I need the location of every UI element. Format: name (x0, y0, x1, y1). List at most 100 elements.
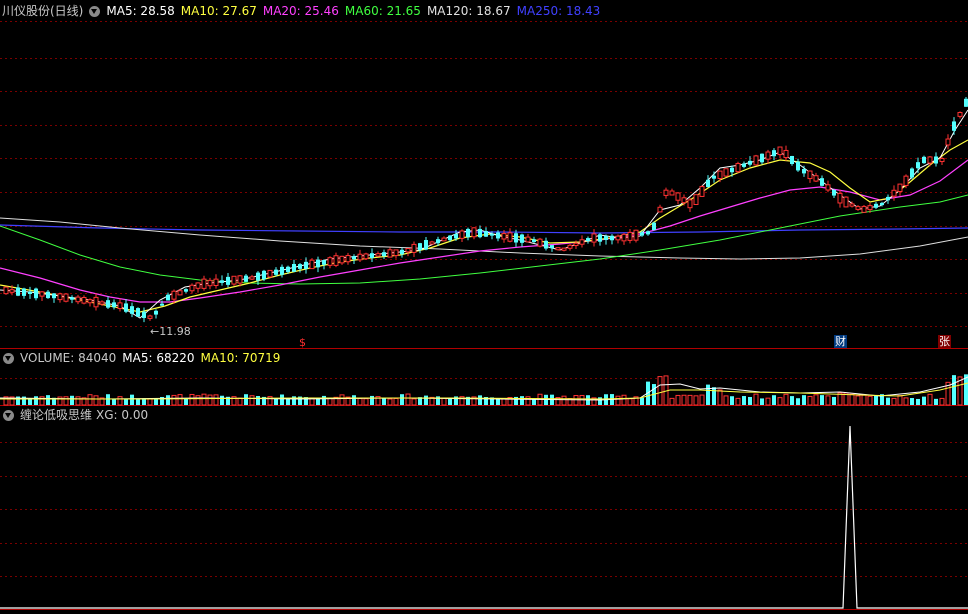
candle-body (939, 157, 945, 163)
candle-body (237, 275, 243, 284)
candle-body (849, 203, 855, 207)
candle-body (93, 296, 99, 308)
volume-bar (237, 397, 243, 406)
candle-body (339, 255, 345, 264)
candle-body (957, 112, 963, 117)
ma120-line (0, 217, 968, 260)
candle-body (591, 233, 597, 243)
candle-body (579, 239, 585, 245)
volume-bar (903, 397, 909, 406)
candle-body (81, 296, 87, 304)
candle-body (436, 239, 440, 244)
volume-bar (195, 395, 201, 406)
candle-body (327, 257, 333, 266)
candle-body (220, 280, 224, 283)
candle-body (837, 192, 843, 204)
volume-bar (916, 398, 920, 405)
candle-body (256, 272, 260, 281)
candle-body (63, 293, 69, 302)
candle-body (681, 197, 687, 204)
candle-body (166, 294, 170, 301)
candle-body (652, 222, 656, 231)
volume-bar (861, 394, 867, 406)
volume-bar (777, 397, 783, 406)
candle-body (520, 234, 524, 243)
volume-bar (561, 395, 567, 406)
candle-body (484, 231, 488, 237)
candle-body (418, 243, 422, 251)
volume-bar (244, 394, 248, 405)
volume-bar (952, 375, 956, 405)
candle-body (903, 175, 909, 186)
candle-body (604, 236, 608, 240)
candle-body (796, 161, 800, 171)
volume-bar (106, 394, 110, 405)
candle-body (573, 242, 579, 247)
volume-bar (525, 396, 531, 406)
candle-body (897, 183, 903, 192)
volume-bar (370, 395, 374, 405)
candle-body (891, 189, 897, 197)
candle-body (147, 315, 153, 319)
volume-bar (249, 395, 255, 406)
candle-body (742, 163, 746, 167)
volume-bar (382, 397, 386, 405)
candle-body (813, 175, 819, 182)
candle-body (633, 229, 639, 241)
candle-body (532, 239, 536, 243)
candle-body (466, 228, 470, 238)
candle-body (964, 98, 968, 107)
volume-bar (136, 398, 140, 405)
candle-body (201, 278, 207, 289)
candle-body (117, 302, 123, 310)
candle-body (280, 266, 284, 275)
candle-body (3, 286, 9, 295)
candle-body (424, 240, 428, 250)
candle-body (675, 192, 681, 201)
candle-body (916, 162, 920, 169)
volume-bar (712, 387, 716, 405)
candle-body (274, 269, 278, 275)
volume-bar (687, 394, 693, 406)
candle-body (843, 196, 849, 208)
candle-body (832, 190, 836, 196)
chart-canvas[interactable] (0, 0, 968, 614)
volume-bar (669, 397, 675, 406)
candle-body (249, 276, 255, 280)
volume-bar (886, 397, 890, 405)
volume-bar (147, 398, 153, 406)
candle-body (87, 299, 93, 304)
candle-body (57, 293, 63, 301)
candle-body (598, 234, 602, 242)
candle-body (567, 244, 573, 249)
candle-body (934, 156, 938, 164)
candle-body (70, 297, 74, 300)
candle-body (514, 233, 518, 243)
candle-body (171, 290, 177, 300)
candle-body (454, 234, 458, 239)
candle-body (730, 167, 734, 173)
candle-body (952, 121, 956, 131)
volume-bar (207, 394, 213, 406)
volume-bar (927, 393, 933, 406)
volume-bar (922, 396, 926, 405)
candle-body (262, 270, 266, 280)
candle-body (783, 149, 789, 159)
volume-bar (280, 394, 284, 405)
candle-body (292, 264, 296, 272)
candle-body (39, 291, 45, 297)
candle-body (765, 151, 771, 160)
volume-bar (441, 397, 447, 406)
volume-bar (532, 398, 536, 405)
candle-body (561, 247, 567, 251)
candle-body (267, 269, 273, 278)
candle-body (160, 303, 164, 306)
volume-bar (274, 398, 278, 405)
volume-bar (825, 395, 831, 406)
candle-body (586, 238, 590, 242)
candle-body (459, 230, 465, 239)
volume-bar (748, 396, 752, 405)
grid-lines (0, 21, 968, 577)
volume-bar (681, 394, 687, 406)
volume-bar (765, 397, 771, 406)
